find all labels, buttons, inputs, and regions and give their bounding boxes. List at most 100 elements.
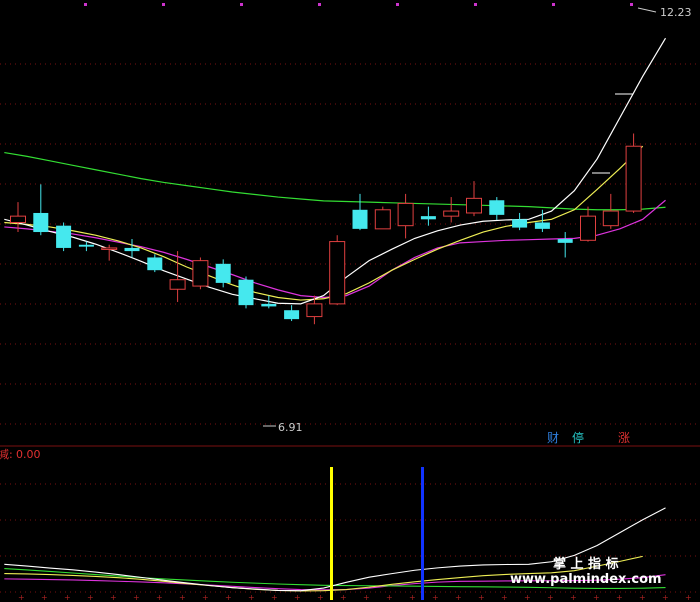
price-high-label: 12.23 [660,6,692,19]
candle-body [374,209,391,230]
axis-tick: + [409,593,416,602]
axis-tick: + [524,593,531,602]
candle-body [78,244,94,247]
candle [329,235,346,306]
candle-body [352,209,368,229]
price-low-label: 6.91 [278,421,303,434]
signal-bar-yellow [330,467,333,600]
badge-ting: 停 [572,430,584,445]
top-marker [240,3,243,6]
candle-body [580,215,596,241]
candle-body [238,279,254,306]
axis-tick: + [294,593,301,602]
candle-body [534,222,550,229]
candle [284,305,300,322]
candle [580,206,596,242]
candle [56,222,72,252]
axis-tick: + [639,593,646,602]
candle-body [397,202,414,227]
candle [602,193,619,229]
candle [352,193,368,231]
axis-tick: + [455,593,462,602]
top-marker [396,3,399,6]
candle [466,181,482,217]
axis-tick: + [156,593,163,602]
candle [557,232,573,258]
candle-layer [10,133,642,325]
axis-tick: + [501,593,508,602]
axis-tick: + [386,593,393,602]
high-arrow [637,7,657,13]
axis-tick: + [662,593,669,602]
candle-body [557,239,573,243]
marker-layer [263,7,657,427]
candle-body [33,212,49,233]
axis-tick: + [179,593,186,602]
candle-body [147,257,163,271]
candle-body [56,225,72,248]
candle-body [443,210,460,217]
candle [124,239,140,258]
axis-tick: + [202,593,209,602]
axis-tick: + [478,593,485,602]
signal-bar-blue [421,467,424,600]
candle [397,193,414,239]
ma-green-line [4,151,666,211]
watermark-cn: 掌 上 指 标 [553,556,619,572]
watermark-url: www.palmindex.com [510,572,662,587]
top-marker [318,3,321,6]
top-marker [162,3,165,6]
axis-tick: + [64,593,71,602]
axis-tick: + [340,593,347,602]
stock-chart: + + + + + + + + + + + + + + + + + + + + + + + + + + + + + + 12.23 6.9… [0,3,700,602]
candle [512,212,528,231]
axis-tick: + [547,593,554,602]
candle-body [329,241,346,305]
top-marker [630,3,633,6]
candle [374,206,391,230]
axis-tick: + [248,593,255,602]
axis-tick: + [432,593,439,602]
candle-body [10,215,26,223]
axis-tick: + [317,593,324,602]
candle [147,254,163,273]
badge-cai: 财 [547,431,559,445]
indicator-prefix: 减: [0,448,13,461]
candle-body [215,263,231,283]
axis-tick: + [87,593,94,602]
top-marker [474,3,477,6]
candle-body [284,310,300,320]
candle [238,276,254,309]
candle-body [124,247,140,252]
candle [420,206,436,226]
candle-body [101,247,118,250]
candle-body [512,219,528,228]
candle-body [466,197,482,214]
grid-layer: + + + + + + + + + + + + + + + + + + + + + + + + + + + + + + [0,3,700,602]
candle-body [602,210,619,227]
axis-tick: + [363,593,370,602]
axis-tick: + [110,593,117,602]
axis-tick: + [685,593,692,602]
candle [33,184,49,236]
candle [625,133,642,213]
candle-body [625,145,642,212]
candle-body [306,303,323,318]
indicator-value: 0.00 [16,448,41,461]
badge-zhang: 涨 [618,430,630,445]
top-marker [84,3,87,6]
axis-tick: + [18,593,25,602]
candle [489,197,505,220]
candle [192,257,209,290]
axis-tick: + [41,593,48,602]
candle-body [169,279,186,290]
axis-tick: + [593,593,600,602]
axis-tick: + [225,593,232,602]
candle [443,197,460,223]
candle-body [420,216,436,220]
candle-body [261,303,277,307]
axis-tick: + [570,593,577,602]
axis-tick: + [133,593,140,602]
candle-body [192,260,209,287]
axis-tick: + [616,593,623,602]
